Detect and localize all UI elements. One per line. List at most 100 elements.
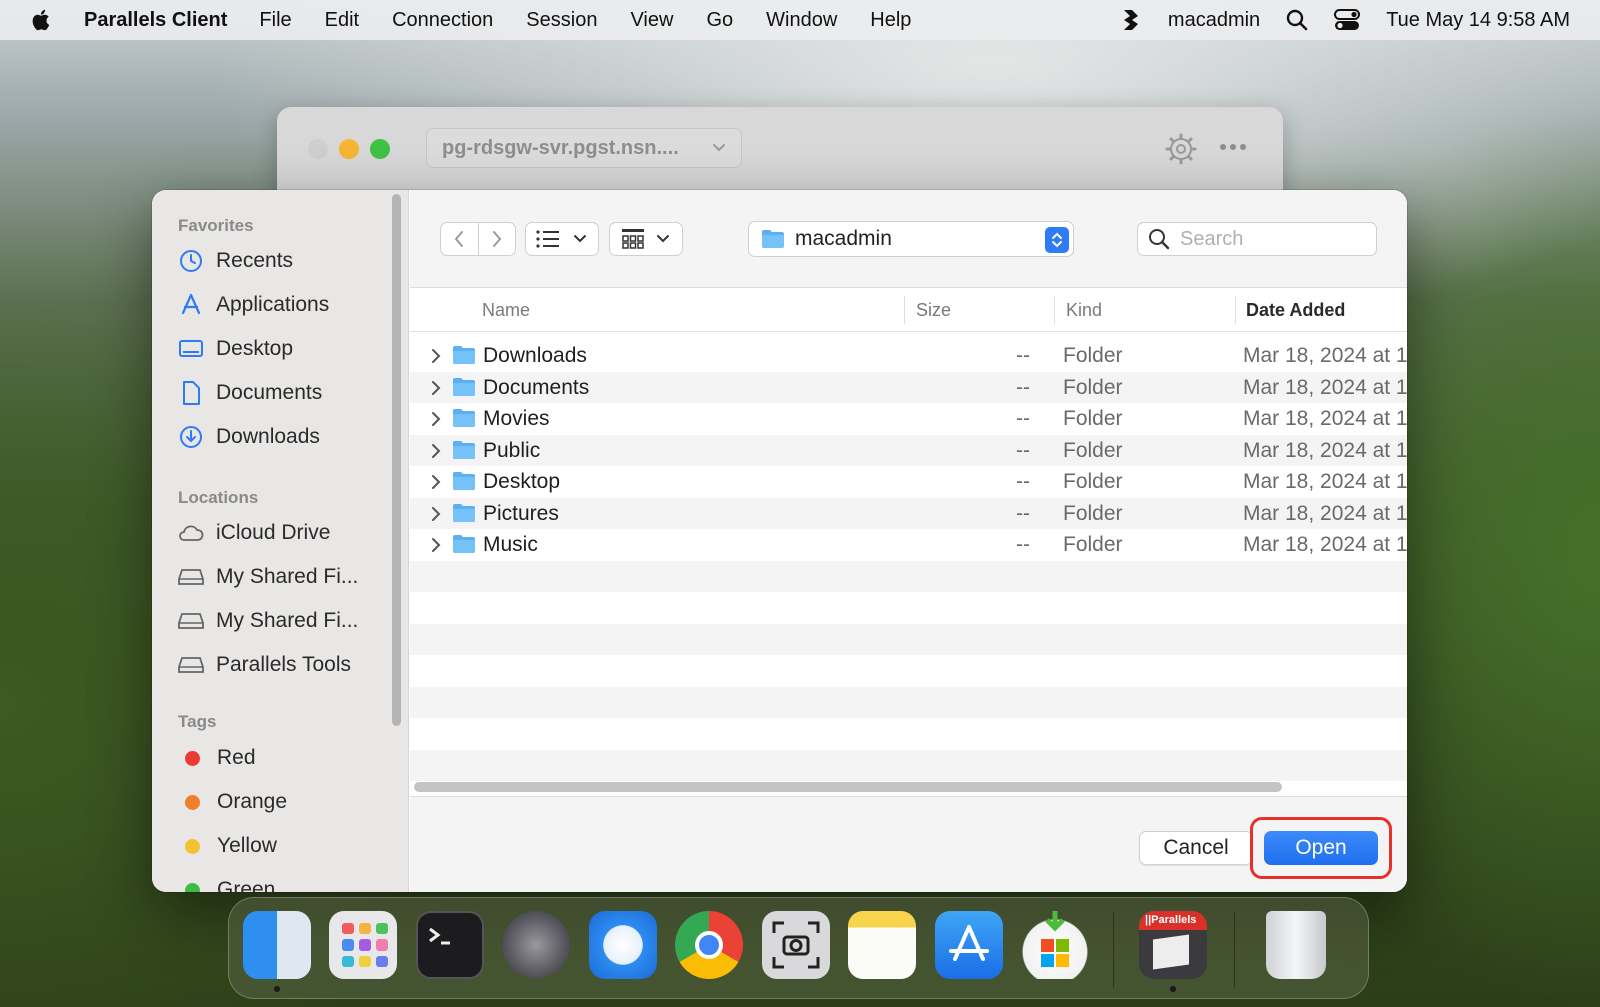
horizontal-scrollbar[interactable]	[414, 782, 1282, 792]
orange-tag-dot-icon	[185, 794, 200, 810]
file-kind: Folder	[1063, 533, 1123, 556]
disclosure-triangle-icon[interactable]	[430, 506, 442, 522]
column-header: Name Size Kind Date Added	[410, 288, 1407, 332]
file-list: Downloads -- Folder Mar 18, 2024 at 1 Do…	[410, 340, 1407, 781]
search-field[interactable]	[1137, 222, 1377, 256]
menu-window[interactable]: Window	[766, 9, 837, 32]
sidebar-tag-orange[interactable]: Orange	[178, 787, 398, 817]
column-kind-header[interactable]: Kind	[1066, 300, 1102, 321]
more-options-icon[interactable]	[1219, 143, 1247, 151]
system-settings-icon[interactable]	[502, 911, 570, 979]
movies-folder-icon	[453, 409, 475, 427]
empty-row	[410, 560, 1407, 592]
launchpad-icon[interactable]	[329, 911, 397, 979]
file-row[interactable]: Movies -- Folder Mar 18, 2024 at 1	[410, 403, 1407, 435]
sidebar-item-applications[interactable]: Applications	[178, 290, 398, 320]
sidebar-item-documents[interactable]: Documents	[178, 378, 398, 408]
file-name: Downloads	[483, 344, 587, 367]
chevron-down-icon	[574, 235, 586, 243]
column-divider[interactable]	[1054, 296, 1055, 324]
location-popup[interactable]: macadmin	[748, 221, 1074, 257]
disclosure-triangle-icon[interactable]	[430, 348, 442, 364]
file-row[interactable]: Pictures -- Folder Mar 18, 2024 at 1	[410, 497, 1407, 529]
sidebar-tag-red[interactable]: Red	[178, 743, 398, 773]
spotlight-search-icon[interactable]	[1286, 9, 1308, 31]
open-button[interactable]: Open	[1264, 831, 1378, 865]
sidebar-item-recents[interactable]: Recents	[178, 246, 398, 276]
yellow-tag-dot-icon	[185, 838, 200, 854]
folder-icon	[762, 230, 784, 248]
sidebar-item-parallels-tools[interactable]: Parallels Tools	[178, 650, 398, 680]
server-select[interactable]: pg-rdsgw-svr.pgst.nsn....	[426, 128, 742, 168]
sidebar-item-desktop[interactable]: Desktop	[178, 334, 398, 364]
launchpad-tile	[376, 939, 388, 951]
disclosure-triangle-icon[interactable]	[430, 411, 442, 427]
sidebar-item-icloud-drive[interactable]: iCloud Drive	[178, 518, 398, 548]
control-center-icon[interactable]	[1334, 9, 1361, 31]
menu-help[interactable]: Help	[870, 9, 911, 32]
menu-view[interactable]: View	[630, 9, 673, 32]
file-row[interactable]: Documents -- Folder Mar 18, 2024 at 1	[410, 371, 1407, 403]
terminal-icon[interactable]	[416, 911, 484, 979]
column-divider[interactable]	[1235, 296, 1236, 324]
menu-session[interactable]: Session	[526, 9, 597, 32]
safari-icon[interactable]	[589, 911, 657, 979]
user-name-menu[interactable]: macadmin	[1168, 9, 1260, 32]
menu-file[interactable]: File	[259, 9, 291, 32]
sidebar-item-label: Green	[217, 878, 276, 892]
sidebar-scrollbar[interactable]	[392, 194, 401, 726]
group-by-button[interactable]	[609, 222, 683, 256]
red-tag-dot-icon	[185, 750, 200, 766]
window-close-button[interactable]	[308, 139, 328, 159]
app-name-menu[interactable]: Parallels Client	[84, 9, 227, 32]
file-row[interactable]: Public -- Folder Mar 18, 2024 at 1	[410, 434, 1407, 466]
file-row[interactable]: Downloads -- Folder Mar 18, 2024 at 1	[410, 340, 1407, 372]
search-input[interactable]	[1180, 227, 1360, 251]
sidebar-item-label: My Shared Fi...	[216, 609, 359, 632]
column-divider[interactable]	[904, 296, 905, 324]
sidebar-item-shared-folder-1[interactable]: My Shared Fi...	[178, 562, 398, 592]
locations-heading: Locations	[178, 488, 259, 507]
file-row[interactable]: Music -- Folder Mar 18, 2024 at 1	[410, 529, 1407, 561]
music-folder-icon	[453, 535, 475, 553]
column-size-header[interactable]: Size	[916, 300, 951, 321]
trash-icon[interactable]	[1266, 911, 1326, 979]
dock-separator	[1113, 912, 1114, 988]
sidebar-item-shared-folder-2[interactable]: My Shared Fi...	[178, 606, 398, 636]
cancel-button[interactable]: Cancel	[1139, 831, 1253, 865]
microsoft-installer-icon[interactable]	[1021, 911, 1089, 979]
screenshot-icon[interactable]	[762, 911, 830, 979]
menu-bar-clock[interactable]: Tue May 14 9:58 AM	[1386, 9, 1570, 32]
finder-icon[interactable]	[243, 911, 311, 979]
menu-go[interactable]: Go	[706, 9, 733, 32]
sidebar-item-downloads[interactable]: Downloads	[178, 422, 398, 452]
file-row[interactable]: Desktop -- Folder Mar 18, 2024 at 1	[410, 466, 1407, 498]
apple-logo-icon[interactable]	[30, 8, 50, 32]
menu-edit[interactable]: Edit	[325, 9, 359, 32]
back-button[interactable]	[441, 223, 478, 255]
column-date-added-header[interactable]: Date Added	[1246, 300, 1345, 321]
view-mode-button[interactable]	[525, 222, 599, 256]
column-name-header[interactable]: Name	[482, 300, 530, 321]
disclosure-triangle-icon[interactable]	[430, 380, 442, 396]
parallels-client-icon[interactable]: ||Parallels	[1139, 911, 1207, 979]
file-date-added: Mar 18, 2024 at 1	[1243, 501, 1407, 525]
disclosure-triangle-icon[interactable]	[430, 537, 442, 553]
chrome-icon[interactable]	[675, 911, 743, 979]
sidebar-tag-yellow[interactable]: Yellow	[178, 831, 398, 861]
list-view-icon	[536, 230, 559, 248]
window-zoom-button[interactable]	[370, 139, 390, 159]
search-icon	[1149, 229, 1170, 250]
window-minimize-button[interactable]	[339, 139, 359, 159]
sidebar-item-label: Yellow	[217, 834, 277, 857]
menu-connection[interactable]: Connection	[392, 9, 493, 32]
sidebar-tag-green[interactable]: Green	[178, 875, 398, 892]
notes-icon[interactable]	[848, 911, 916, 979]
parallels-status-icon[interactable]	[1120, 8, 1142, 32]
empty-row	[410, 655, 1407, 687]
gear-icon[interactable]	[1165, 133, 1197, 165]
app-store-icon[interactable]	[935, 911, 1003, 979]
disclosure-triangle-icon[interactable]	[430, 474, 442, 490]
disclosure-triangle-icon[interactable]	[430, 443, 442, 459]
forward-button[interactable]	[477, 223, 516, 255]
